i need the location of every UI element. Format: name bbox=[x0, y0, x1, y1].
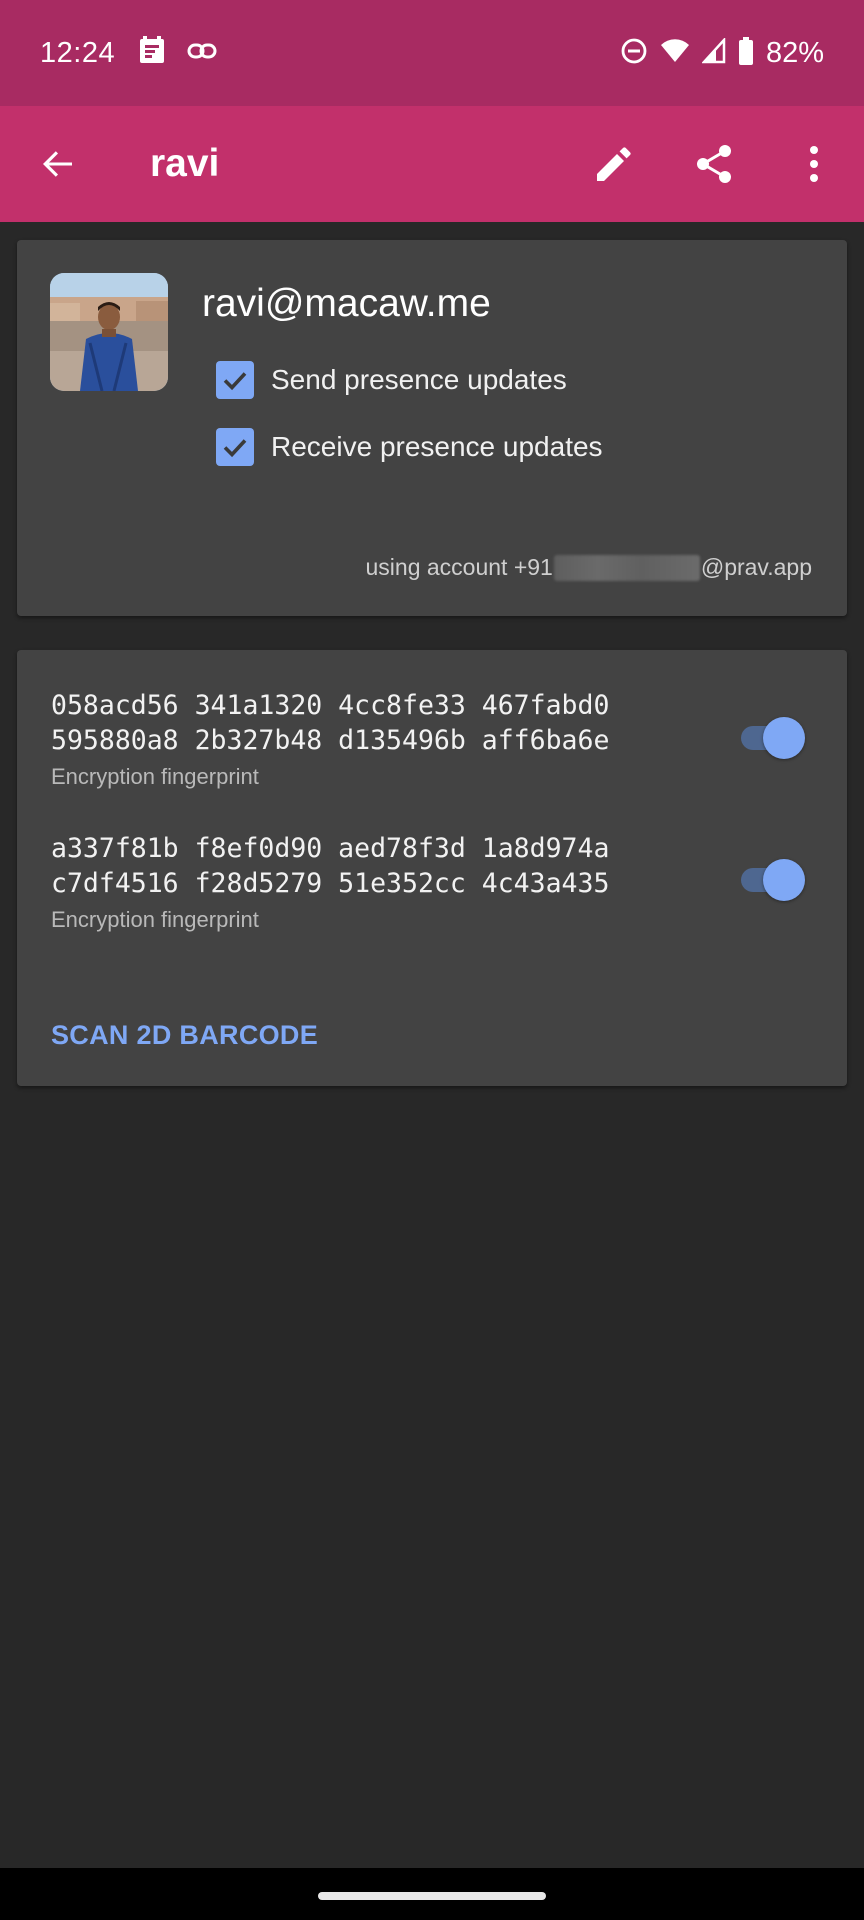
message-notification-icon bbox=[137, 35, 167, 71]
account-prefix: using account +91 bbox=[365, 554, 553, 580]
home-gesture-handle[interactable] bbox=[318, 1892, 546, 1900]
do-not-disturb-icon bbox=[620, 37, 648, 70]
send-presence-option[interactable]: Send presence updates bbox=[216, 361, 567, 399]
fingerprint-item[interactable]: 058acd56 341a1320 4cc8fe33 467fabd0 5958… bbox=[51, 688, 609, 790]
fingerprint-line-1: a337f81b f8ef0d90 aed78f3d 1a8d974a bbox=[51, 833, 610, 864]
status-notification-icons bbox=[137, 35, 217, 71]
fingerprint-item[interactable]: a337f81b f8ef0d90 aed78f3d 1a8d974a c7df… bbox=[51, 831, 609, 933]
fingerprint-line-2: 595880a8 2b327b48 d135496b aff6ba6e bbox=[51, 725, 610, 756]
battery-percentage: 82% bbox=[765, 36, 824, 69]
app-bar-actions bbox=[550, 128, 850, 200]
app-bar: ravi bbox=[0, 106, 864, 222]
scan-barcode-button[interactable]: SCAN 2D BARCODE bbox=[51, 1020, 318, 1051]
checkmark-icon bbox=[223, 439, 247, 458]
back-arrow-icon[interactable] bbox=[28, 134, 88, 194]
send-presence-checkbox[interactable] bbox=[216, 361, 254, 399]
toggle-thumb bbox=[763, 859, 805, 901]
status-time: 12:24 bbox=[40, 36, 116, 69]
fingerprint-trust-toggle[interactable] bbox=[737, 716, 805, 760]
redacted-phone-number bbox=[553, 554, 700, 581]
send-presence-label: Send presence updates bbox=[271, 364, 567, 395]
account-suffix: @prav.app bbox=[700, 554, 812, 580]
account-info: using account +91 @prav.app bbox=[365, 554, 812, 581]
link-icon bbox=[187, 41, 217, 66]
wifi-icon bbox=[660, 38, 690, 69]
navigation-bar bbox=[0, 1868, 864, 1920]
more-vert-icon[interactable] bbox=[778, 128, 850, 200]
fingerprint-caption: Encryption fingerprint bbox=[51, 907, 259, 932]
status-system-icons: 82% bbox=[620, 36, 824, 70]
status-bar: 12:24 82% bbox=[0, 0, 864, 106]
receive-presence-option[interactable]: Receive presence updates bbox=[216, 428, 603, 466]
checkmark-icon bbox=[223, 372, 247, 391]
cell-signal-icon bbox=[701, 36, 726, 69]
fingerprint-line-1: 058acd56 341a1320 4cc8fe33 467fabd0 bbox=[51, 690, 610, 721]
encryption-keys-card: 058acd56 341a1320 4cc8fe33 467fabd0 5958… bbox=[17, 650, 847, 1086]
fingerprint-caption: Encryption fingerprint bbox=[51, 764, 259, 789]
battery-icon bbox=[738, 36, 754, 70]
edit-pencil-icon[interactable] bbox=[578, 128, 650, 200]
share-icon[interactable] bbox=[678, 128, 750, 200]
fingerprint-trust-toggle[interactable] bbox=[737, 858, 805, 902]
fingerprint-line-2: c7df4516 f28d5279 51e352cc 4c43a435 bbox=[51, 868, 610, 899]
receive-presence-label: Receive presence updates bbox=[271, 431, 603, 462]
page-title: ravi bbox=[150, 142, 220, 185]
contact-details-card: ravi@macaw.me Send presence updates Rece… bbox=[17, 240, 847, 616]
toggle-thumb bbox=[763, 717, 805, 759]
contact-jid: ravi@macaw.me bbox=[202, 282, 491, 325]
receive-presence-checkbox[interactable] bbox=[216, 428, 254, 466]
avatar[interactable] bbox=[50, 273, 168, 391]
